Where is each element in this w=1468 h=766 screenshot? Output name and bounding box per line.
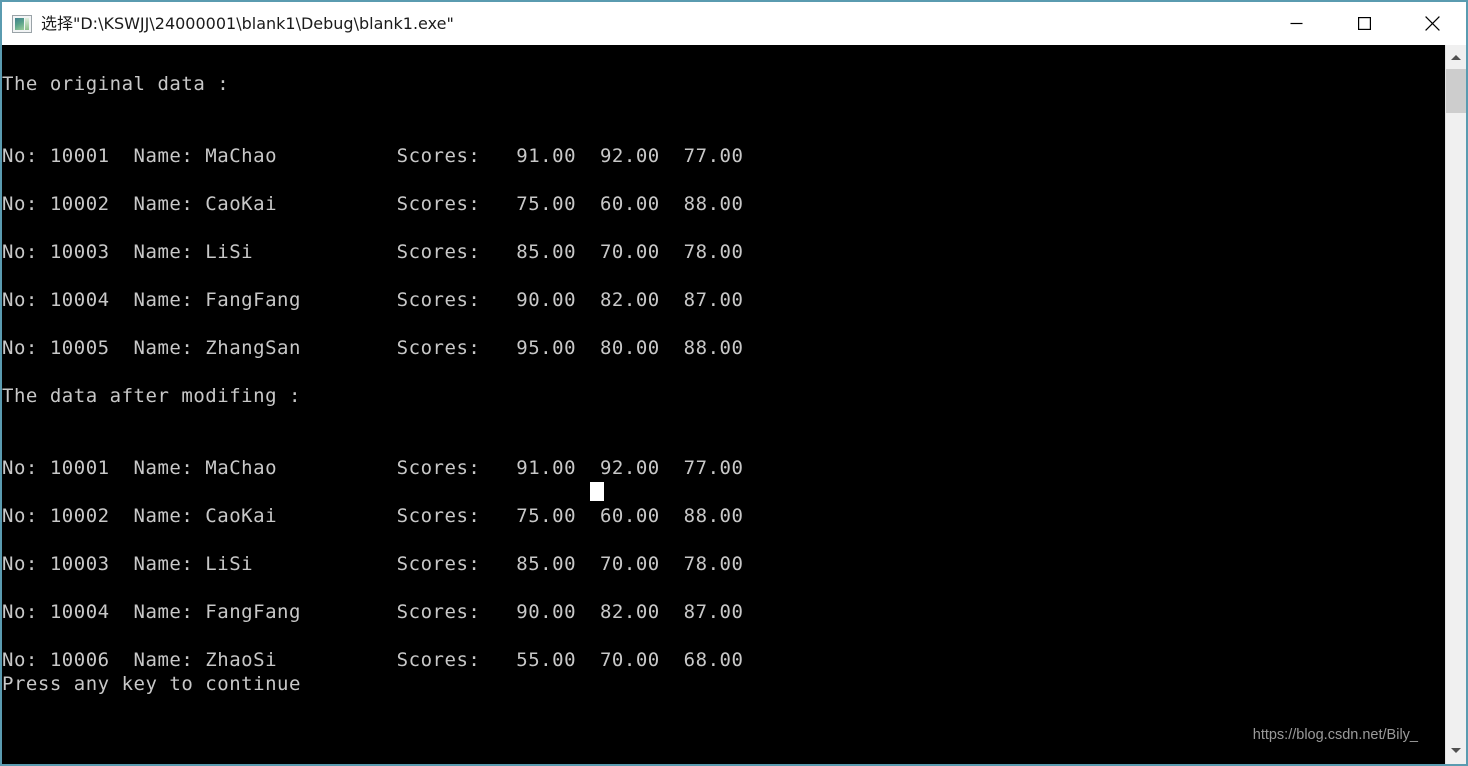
console-window: 选择"D:\KSWJJ\24000001\blank1\Debug\blank1… [0,0,1468,766]
console-line: No: 10001 Name: MaChao Scores: 91.00 92.… [2,457,744,479]
console-line: No: 10004 Name: FangFang Scores: 90.00 8… [2,601,744,623]
chevron-up-icon [1451,55,1461,60]
console-cursor [590,482,604,501]
console-line: No: 10004 Name: FangFang Scores: 90.00 8… [2,289,744,311]
close-button[interactable] [1398,2,1466,45]
maximize-icon [1357,17,1371,30]
console-line: No: 10001 Name: MaChao Scores: 91.00 92.… [2,145,744,167]
close-icon [1424,16,1440,31]
console-line: Press any key to continue [2,673,301,695]
watermark-text: https://blog.csdn.net/Bily_ [1252,727,1418,743]
console-output-area[interactable]: The original data : No: 10001 Name: MaCha… [2,45,1445,764]
scroll-up-button[interactable] [1446,47,1466,68]
window-controls [1262,2,1466,45]
vertical-scrollbar[interactable] [1445,45,1466,764]
console-app-icon [12,14,32,33]
maximize-button[interactable] [1330,2,1398,45]
console-line: No: 10005 Name: ZhangSan Scores: 95.00 8… [2,337,744,359]
console-line: No: 10002 Name: CaoKai Scores: 75.00 60.… [2,193,744,215]
console-line: No: 10002 Name: CaoKai Scores: 75.00 60.… [2,505,744,527]
minimize-button[interactable] [1262,2,1330,45]
console-text-container: The original data : No: 10001 Name: MaCha… [2,45,1445,764]
window-title: 选择"D:\KSWJJ\24000001\blank1\Debug\blank1… [41,13,454,33]
title-bar[interactable]: 选择"D:\KSWJJ\24000001\blank1\Debug\blank1… [2,2,1466,45]
console-app-icon-screen [15,17,24,30]
console-line: No: 10003 Name: LiSi Scores: 85.00 70.00… [2,553,744,575]
console-line: The data after modifing : [2,385,301,407]
chevron-down-icon [1451,748,1461,753]
console-line: No: 10003 Name: LiSi Scores: 85.00 70.00… [2,241,744,263]
minimize-icon [1290,22,1302,25]
console-app-icon-screen-secondary [25,17,29,30]
scroll-down-button[interactable] [1446,740,1466,761]
console-line: No: 10006 Name: ZhaoSi Scores: 55.00 70.… [2,649,744,671]
title-bar-left: 选择"D:\KSWJJ\24000001\blank1\Debug\blank1… [2,14,1262,34]
scrollbar-thumb[interactable] [1446,69,1466,113]
console-line: The original data : [2,73,230,95]
